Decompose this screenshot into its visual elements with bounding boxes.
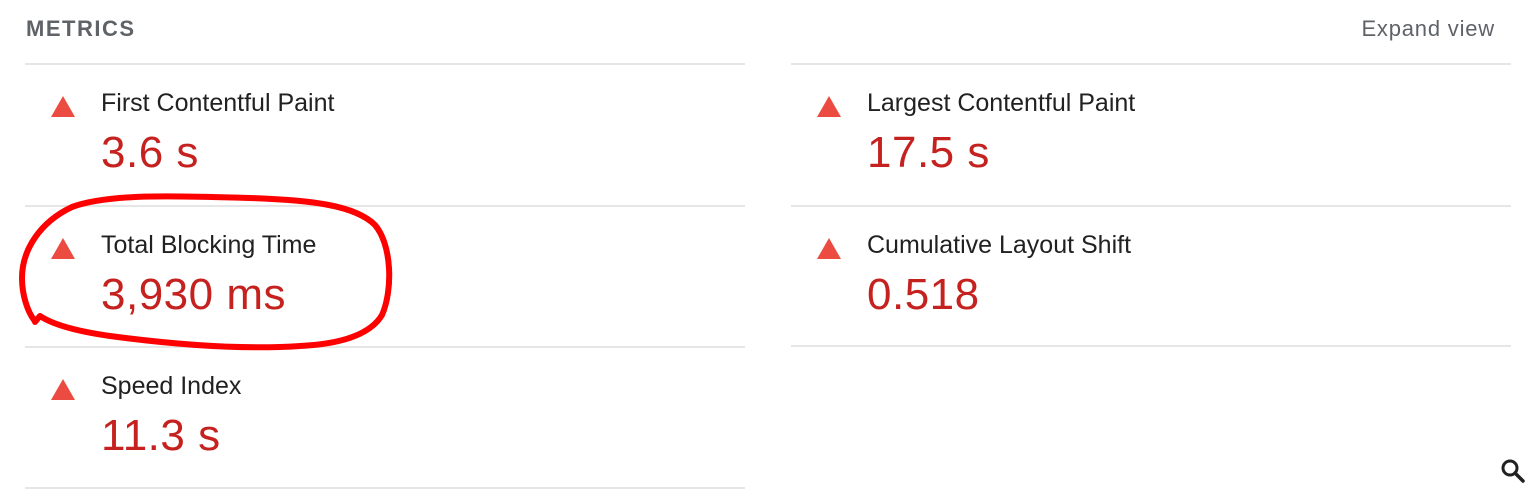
metric-value: 0.518: [867, 270, 980, 319]
fail-triangle-icon: [51, 96, 75, 117]
section-title: METRICS: [26, 16, 136, 41]
metric-cumulative-layout-shift: Cumulative Layout Shift 0.518: [791, 207, 1511, 347]
metric-largest-contentful-paint: Largest Contentful Paint 17.5 s: [791, 65, 1511, 205]
expand-view-button[interactable]: Expand view: [1361, 16, 1495, 42]
metric-label: Speed Index: [101, 372, 242, 400]
fail-triangle-icon: [51, 238, 75, 259]
metric-label: Total Blocking Time: [101, 231, 317, 259]
metric-total-blocking-time: Total Blocking Time 3,930 ms: [25, 207, 745, 347]
metric-first-contentful-paint: First Contentful Paint 3.6 s: [25, 65, 745, 205]
search-icon[interactable]: [1500, 458, 1526, 484]
metric-label: Largest Contentful Paint: [867, 89, 1136, 117]
metric-value: 3,930 ms: [101, 270, 286, 319]
metric-value: 3.6 s: [101, 128, 199, 177]
metric-value: 17.5 s: [867, 128, 990, 177]
metric-label: First Contentful Paint: [101, 89, 335, 117]
metric-label: Cumulative Layout Shift: [867, 231, 1132, 259]
fail-triangle-icon: [817, 96, 841, 117]
metric-speed-index: Speed Index 11.3 s: [25, 348, 745, 488]
fail-triangle-icon: [51, 379, 75, 400]
fail-triangle-icon: [817, 238, 841, 259]
metric-value: 11.3 s: [101, 411, 221, 460]
